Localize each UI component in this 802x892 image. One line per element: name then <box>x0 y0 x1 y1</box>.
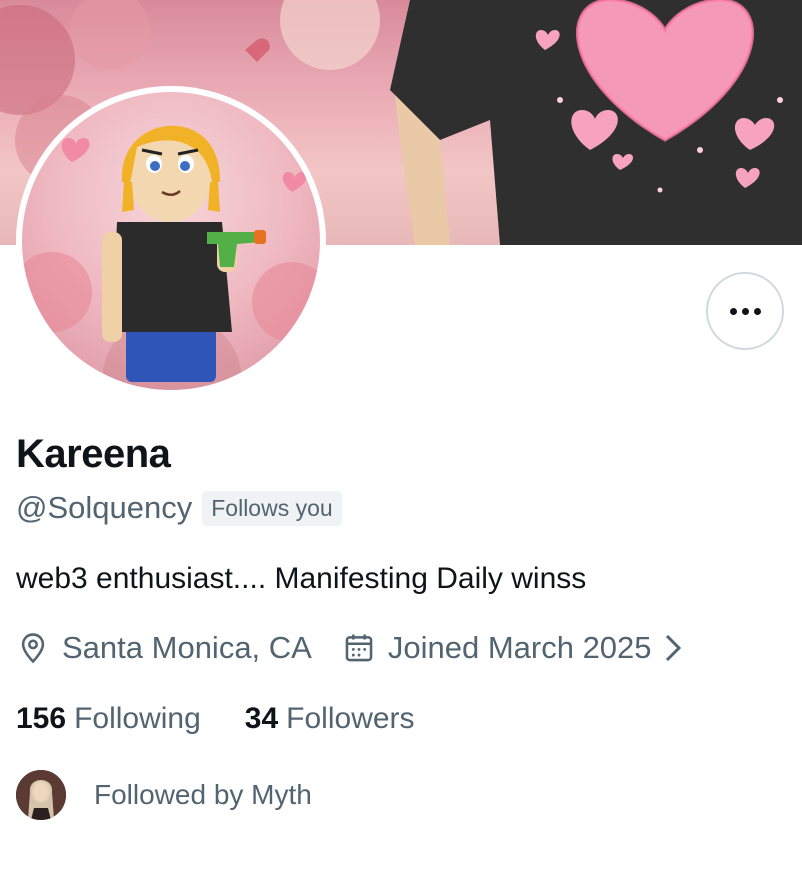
joined-item[interactable]: Joined March 2025 <box>342 630 696 666</box>
more-dot <box>753 307 761 315</box>
following-link[interactable]: 156 Following <box>16 702 201 736</box>
follows-you-badge: Follows you <box>202 490 342 526</box>
handle-row: @Solquency Follows you <box>16 490 342 526</box>
location-pin-icon <box>21 633 45 664</box>
followed-by-row[interactable]: Followed by Myth <box>16 770 312 820</box>
following-count: 156 <box>16 702 67 735</box>
profile-bio: web3 enthusiast.... Manifesting Daily wi… <box>16 562 587 595</box>
profile-avatar[interactable] <box>22 92 320 390</box>
following-label: Following <box>74 702 201 735</box>
profile-meta-row: Santa Monica, CA Joined March 2025 <box>16 630 696 666</box>
followed-by-text: Followed by Myth <box>94 779 312 810</box>
follower-avatar[interactable] <box>16 770 66 820</box>
followers-link[interactable]: 34 Followers <box>245 702 415 736</box>
more-dot <box>741 307 749 315</box>
calendar-icon <box>345 634 373 662</box>
chevron-right-icon <box>665 634 681 662</box>
more-options-button[interactable] <box>706 272 784 350</box>
location-text: Santa Monica, CA <box>62 630 312 665</box>
profile-handle: @Solquency <box>16 490 193 525</box>
followers-label: Followers <box>286 702 415 735</box>
profile-display-name: Kareena <box>16 432 171 476</box>
followers-count: 34 <box>244 702 279 735</box>
location-item: Santa Monica, CA <box>16 630 312 666</box>
more-horizontal-icon <box>729 307 737 315</box>
joined-text: Joined March 2025 <box>387 630 652 665</box>
follow-stats-row: 156 Following 34 Followers <box>16 702 415 736</box>
